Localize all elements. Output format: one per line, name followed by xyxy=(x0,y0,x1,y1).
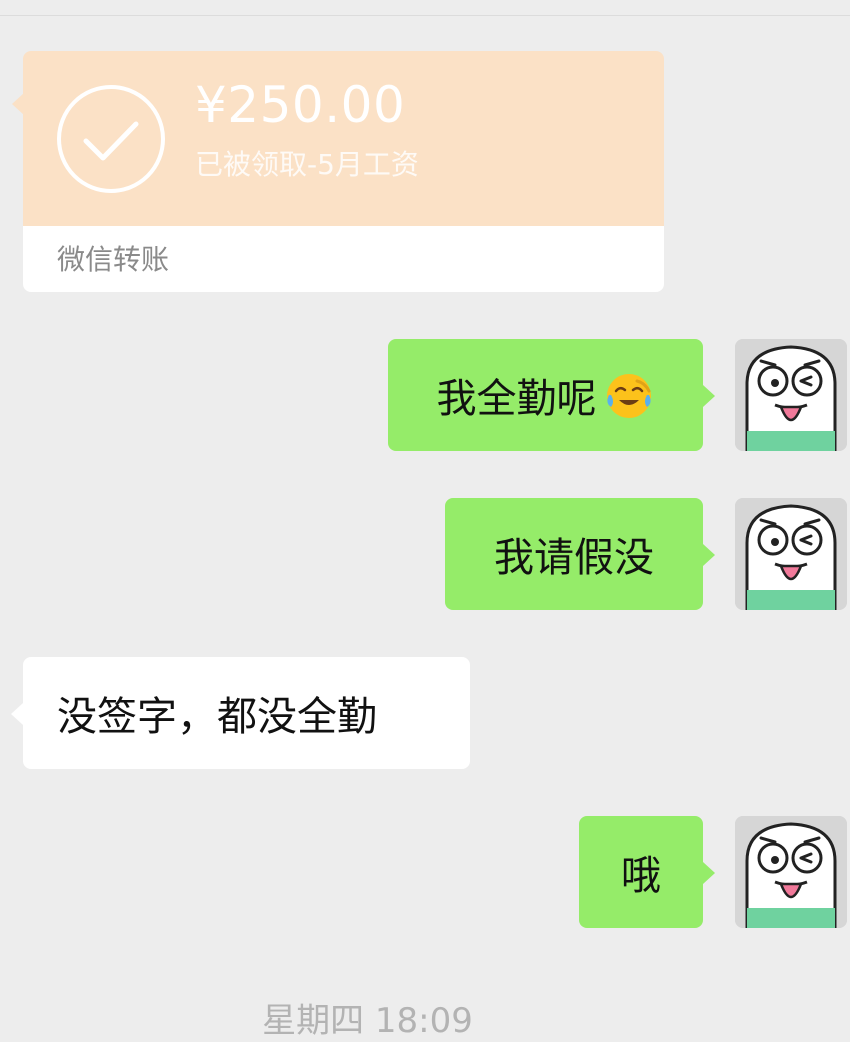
cartoon-face-icon xyxy=(735,498,847,610)
message-text: 哦 xyxy=(621,853,661,899)
cartoon-face-icon xyxy=(735,339,847,451)
bubble-tail xyxy=(703,862,715,884)
face-with-tears-of-joy-icon xyxy=(606,374,651,418)
message-text: 我请假没 xyxy=(494,535,654,581)
sent-message-bubble[interactable]: 我全勤呢 xyxy=(388,339,715,451)
top-divider xyxy=(0,15,850,16)
check-circle-icon xyxy=(57,85,165,193)
my-avatar[interactable] xyxy=(735,498,847,610)
transfer-label: 微信转账 xyxy=(57,243,170,276)
transfer-card-header: ¥250.00 已被领取-5月工资 xyxy=(23,51,664,226)
sent-message-bubble[interactable]: 我请假没 xyxy=(445,498,715,610)
message-text: 我全勤呢 xyxy=(436,376,597,422)
my-avatar[interactable] xyxy=(735,816,847,928)
transfer-amount: ¥250.00 xyxy=(195,76,406,134)
transfer-status: 已被领取-5月工资 xyxy=(195,148,419,181)
message-text: 没签字，都没全勤 xyxy=(57,694,377,740)
sent-message-bubble[interactable]: 哦 xyxy=(579,816,715,928)
my-avatar[interactable] xyxy=(735,339,847,451)
cartoon-face-icon xyxy=(735,816,847,928)
transfer-card-footer: 微信转账 xyxy=(23,226,664,292)
wechat-transfer-card[interactable]: ¥250.00 已被领取-5月工资 微信转账 xyxy=(12,51,664,292)
bubble-tail xyxy=(703,385,715,407)
received-message-bubble[interactable]: 没签字，都没全勤 xyxy=(11,657,470,769)
bubble-tail xyxy=(11,703,23,725)
bubble-tail xyxy=(703,544,715,566)
